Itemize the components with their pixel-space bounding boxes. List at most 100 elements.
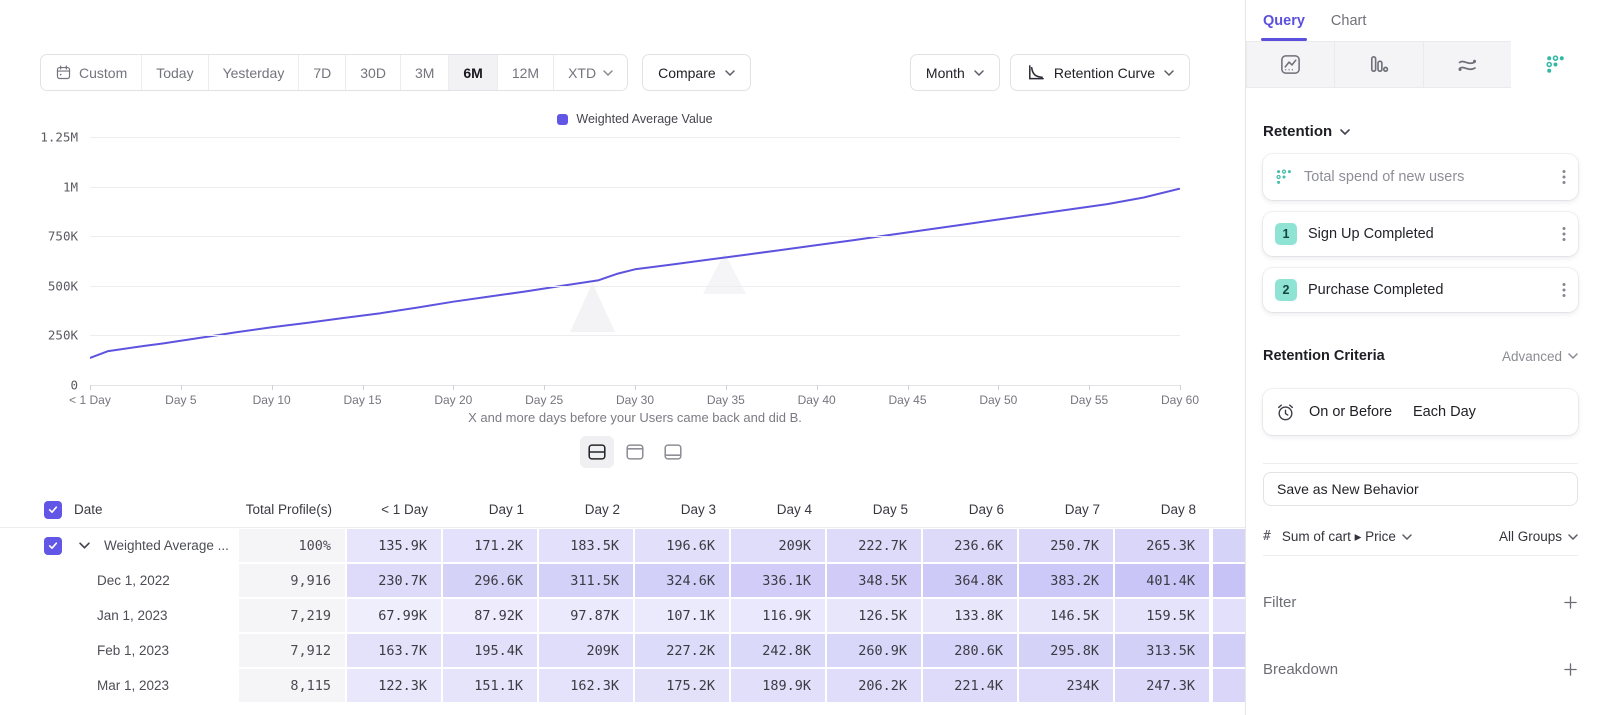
groups-dropdown[interactable]: All Groups	[1499, 529, 1578, 544]
date-range-control: CustomTodayYesterday7D30D3M6M12MXTD	[40, 54, 628, 91]
behavior-step-card[interactable]: 1Sign Up Completed	[1263, 212, 1578, 256]
retention-value-cell: 311.5K	[539, 564, 633, 597]
retention-value-cell: 236.6K	[923, 529, 1017, 562]
range-7d[interactable]: 7D	[299, 55, 346, 90]
retention-value-cell: 230.7K	[347, 564, 441, 597]
retention-value-cell: 222.7K	[827, 529, 921, 562]
number-type-icon: #	[1263, 529, 1271, 544]
legend-label: Weighted Average Value	[576, 112, 712, 126]
behavior-step-card[interactable]: 2Purchase Completed	[1263, 268, 1578, 312]
save-as-new-behavior-button[interactable]: Save as New Behavior	[1263, 472, 1578, 506]
range-xtd[interactable]: XTD	[554, 55, 627, 90]
legend-swatch	[557, 114, 568, 125]
x-tick-mark	[635, 385, 636, 390]
retention-value-cell: 133.8K	[923, 599, 1017, 632]
chart-only-view-toggle[interactable]	[618, 436, 652, 468]
kebab-menu-icon[interactable]	[1562, 282, 1566, 298]
x-tick-mark	[726, 385, 727, 390]
table-row[interactable]: Feb 1, 20237,912163.7K195.4K209K227.2K24…	[0, 633, 1245, 668]
x-tick-label: Day 30	[616, 393, 654, 407]
range-custom[interactable]: Custom	[41, 55, 142, 90]
retention-value-cell: 401.4K	[1115, 564, 1209, 597]
funnels-icon	[1367, 53, 1390, 76]
column-header: Day 3	[634, 492, 730, 527]
range-yesterday[interactable]: Yesterday	[209, 55, 300, 90]
criteria-condition[interactable]: On or Before	[1309, 404, 1392, 420]
total-profiles-cell: 7,219	[239, 599, 345, 632]
criteria-window[interactable]: Each Day	[1413, 404, 1476, 420]
column-header: Day 5	[826, 492, 922, 527]
chevron-down-icon	[1568, 534, 1578, 540]
retention-value-cell: 234K	[1019, 669, 1113, 702]
retention-value-cell: 183.5K	[539, 529, 633, 562]
flows-icon	[1455, 53, 1479, 77]
report-type-retention[interactable]	[1511, 41, 1600, 88]
table-row[interactable]: Mar 1, 20238,115122.3K151.1K162.3K175.2K…	[0, 668, 1245, 703]
behavior-dots-icon	[1275, 168, 1293, 186]
table-row[interactable]: Jan 1, 20237,21967.99K87.92K97.87K107.1K…	[0, 598, 1245, 633]
range-30d[interactable]: 30D	[346, 55, 401, 90]
compare-button[interactable]: Compare	[642, 54, 751, 91]
range-today[interactable]: Today	[142, 55, 208, 90]
table-row[interactable]: Weighted Average ...100%135.9K171.2K183.…	[0, 528, 1245, 563]
x-tick-label: Day 40	[798, 393, 836, 407]
range-3m[interactable]: 3M	[401, 55, 449, 90]
watermark-triangle	[570, 283, 615, 332]
report-type-insights[interactable]	[1246, 41, 1335, 88]
criteria-card[interactable]: On or Before Each Day	[1263, 389, 1578, 435]
retention-value-cell: 126.5K	[827, 599, 921, 632]
y-axis-labels: 0250K500K750K1M1.25M	[0, 137, 78, 385]
retention-value-cell: 227.2K	[635, 634, 729, 667]
divider	[1263, 463, 1578, 464]
select-all-checkbox[interactable]	[44, 501, 62, 519]
chevron-down-icon	[974, 70, 984, 76]
split-view-toggle[interactable]	[580, 436, 614, 468]
retention-value-cell: 348.5K	[827, 564, 921, 597]
retention-value-cell: 116.9K	[731, 599, 825, 632]
tab-chart[interactable]: Chart	[1331, 13, 1366, 41]
retention-value-cell: 151.1K	[443, 669, 537, 702]
behavior-title: Total spend of new users	[1304, 169, 1464, 185]
table-only-view-toggle[interactable]	[656, 436, 690, 468]
kebab-menu-icon[interactable]	[1562, 226, 1566, 242]
tab-query[interactable]: Query	[1263, 13, 1305, 41]
x-tick-label: Day 55	[1070, 393, 1108, 407]
retention-value-cell: 324.6K	[635, 564, 729, 597]
add-breakdown-icon[interactable]	[1563, 662, 1578, 677]
x-tick-mark	[1180, 385, 1181, 390]
report-type-funnels[interactable]	[1334, 41, 1423, 88]
retention-value-cell: 135.9K	[347, 529, 441, 562]
criteria-mode-dropdown[interactable]: Advanced	[1502, 349, 1578, 364]
retention-value-cell: 175.2K	[635, 669, 729, 702]
range-12m[interactable]: 12M	[498, 55, 554, 90]
report-type-flows[interactable]	[1423, 41, 1512, 88]
chevron-down-icon	[1164, 70, 1174, 76]
expand-chevron-icon[interactable]	[79, 542, 90, 549]
x-tick-label: < 1 Day	[69, 393, 111, 407]
retention-value-cell: 313.5K	[1115, 634, 1209, 667]
column-header: Day 7	[1018, 492, 1114, 527]
behavior-card[interactable]: Total spend of new users	[1263, 154, 1578, 200]
split-view-icon	[586, 441, 608, 463]
measure-property-dropdown[interactable]: Sum of cart ▸ Price	[1282, 529, 1412, 545]
chart-type-label: Retention Curve	[1054, 65, 1155, 81]
step-event-label: Purchase Completed	[1308, 282, 1443, 298]
add-filter-icon[interactable]	[1563, 595, 1578, 610]
table-row[interactable]: Dec 1, 20229,916230.7K296.6K311.5K324.6K…	[0, 563, 1245, 598]
row-checkbox[interactable]	[44, 537, 62, 555]
retention-section-header[interactable]: Retention	[1263, 123, 1578, 140]
x-tick-mark	[363, 385, 364, 390]
granularity-label: Month	[926, 65, 965, 81]
date-cell: Mar 1, 2023	[0, 668, 238, 703]
retention-value-cell: 265.3K	[1115, 529, 1209, 562]
column-header: Day 8	[1114, 492, 1210, 527]
retention-value-cell: 250.7K	[1019, 529, 1113, 562]
range-6m[interactable]: 6M	[449, 55, 497, 90]
kebab-menu-icon[interactable]	[1562, 169, 1566, 185]
retention-value-cell-clipped	[1213, 599, 1245, 632]
x-tick-mark	[544, 385, 545, 390]
chart-type-button[interactable]: Retention Curve	[1010, 54, 1190, 91]
granularity-button[interactable]: Month	[910, 54, 1000, 91]
x-tick-label: Day 5	[165, 393, 196, 407]
retention-value-cell: 209K	[731, 529, 825, 562]
